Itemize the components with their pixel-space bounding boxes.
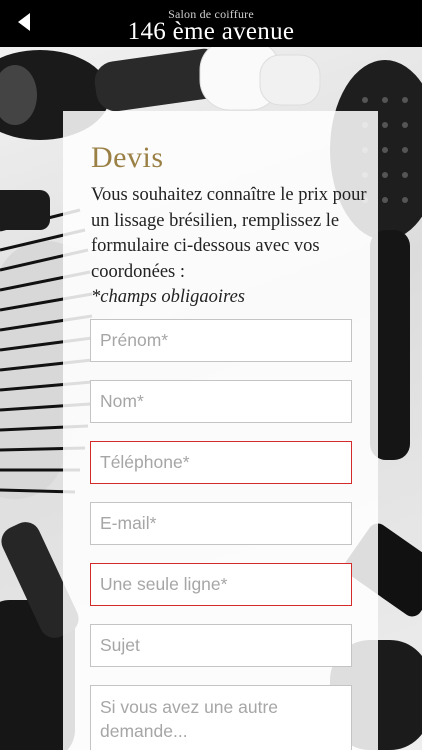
form-heading: Devis xyxy=(91,141,164,174)
email-field[interactable]: E-mail* xyxy=(90,502,352,545)
form-intro: Vous souhaitez connaître le prix pour un… xyxy=(91,183,376,311)
last-name-field[interactable]: Nom* xyxy=(90,380,352,423)
one-line-placeholder: Une seule ligne* xyxy=(100,574,228,594)
message-placeholder: Si vous avez une autre demande... xyxy=(100,697,279,741)
app-header: Salon de coiffure 146 ème avenue xyxy=(0,0,422,47)
white-brush-graphic xyxy=(199,39,321,111)
header-title: 146 ème avenue xyxy=(127,18,295,45)
first-name-placeholder: Prénom* xyxy=(100,330,169,350)
last-name-placeholder: Nom* xyxy=(100,391,144,411)
quote-form-card: Devis Vous souhaitez connaître le prix p… xyxy=(63,111,378,750)
intro-text: Vous souhaitez connaître le prix pour un… xyxy=(91,185,367,282)
subject-field[interactable]: Sujet xyxy=(90,624,352,667)
first-name-field[interactable]: Prénom* xyxy=(90,319,352,362)
subject-placeholder: Sujet xyxy=(100,635,140,655)
phone-placeholder: Téléphone* xyxy=(100,452,190,472)
required-note: *champs obligaoires xyxy=(91,287,245,307)
message-textarea[interactable]: Si vous avez une autre demande... xyxy=(90,685,352,750)
email-placeholder: E-mail* xyxy=(100,513,157,533)
phone-field[interactable]: Téléphone* xyxy=(90,441,352,484)
one-line-field[interactable]: Une seule ligne* xyxy=(90,563,352,606)
